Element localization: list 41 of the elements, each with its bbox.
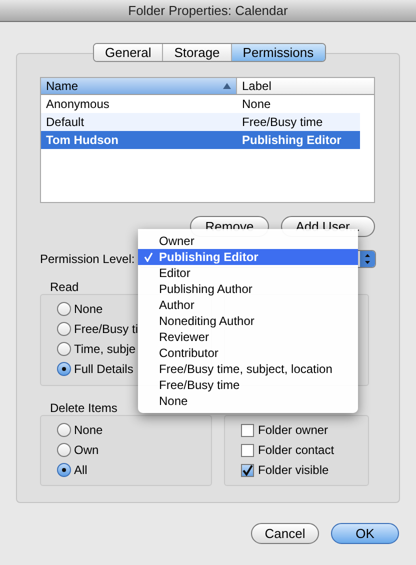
push-button[interactable]: OK bbox=[331, 523, 399, 544]
stepper-arrows-icon bbox=[360, 251, 375, 267]
checkbox[interactable]: Folder contact bbox=[241, 440, 368, 460]
group-title: Read bbox=[50, 279, 79, 294]
column-label: Label bbox=[242, 78, 272, 95]
permission-level-label: Permission Level: bbox=[40, 251, 136, 268]
menu-item[interactable]: Nonediting Author bbox=[138, 313, 358, 329]
table-cell-text: Tom Hudson bbox=[45, 132, 120, 149]
menu-item[interactable]: Reviewer bbox=[138, 329, 358, 345]
column-header[interactable]: Label bbox=[237, 78, 374, 94]
checkbox[interactable]: Folder visible bbox=[241, 460, 368, 480]
table-row[interactable]: Tom Hudson Publishing Editor bbox=[41, 131, 360, 149]
column-label: Name bbox=[46, 78, 78, 95]
push-button[interactable]: Cancel bbox=[251, 523, 319, 544]
radio-button[interactable]: Own bbox=[57, 440, 211, 460]
group-title: Delete Items bbox=[50, 400, 118, 415]
checkmark-icon bbox=[242, 464, 253, 476]
radio-button[interactable]: None bbox=[57, 420, 211, 440]
window-title: Folder Properties: Calendar bbox=[128, 2, 288, 20]
menu-item[interactable]: Author bbox=[138, 297, 358, 313]
tab[interactable]: General bbox=[94, 44, 162, 61]
column-header[interactable]: Name bbox=[41, 78, 237, 94]
table-cell-text: Free/Busy time bbox=[241, 114, 324, 131]
menu-item[interactable]: None bbox=[138, 393, 358, 409]
menu-item[interactable]: Free/Busy time bbox=[138, 377, 358, 393]
menu-item[interactable]: Publishing Editor bbox=[138, 249, 358, 265]
table-cell-text: Anonymous bbox=[45, 96, 110, 113]
menu-item[interactable]: Publishing Author bbox=[138, 281, 358, 297]
tab[interactable]: Storage bbox=[162, 44, 231, 61]
sort-ascending-icon bbox=[223, 83, 231, 89]
menu-item[interactable]: Editor bbox=[138, 265, 358, 281]
menu-item[interactable]: Free/Busy time, subject, location bbox=[138, 361, 358, 377]
radio-button[interactable]: All bbox=[57, 460, 211, 480]
checkbox[interactable]: Folder owner bbox=[241, 420, 368, 440]
checkmark-icon bbox=[144, 252, 153, 262]
table-cell-text: Default bbox=[45, 114, 86, 131]
menu-item[interactable]: Contributor bbox=[138, 345, 358, 361]
tab[interactable]: Permissions bbox=[230, 44, 325, 61]
table-row[interactable]: Default Free/Busy time bbox=[41, 113, 360, 131]
table-cell-text: Publishing Editor bbox=[241, 132, 342, 149]
table-cell-text: None bbox=[241, 96, 272, 113]
